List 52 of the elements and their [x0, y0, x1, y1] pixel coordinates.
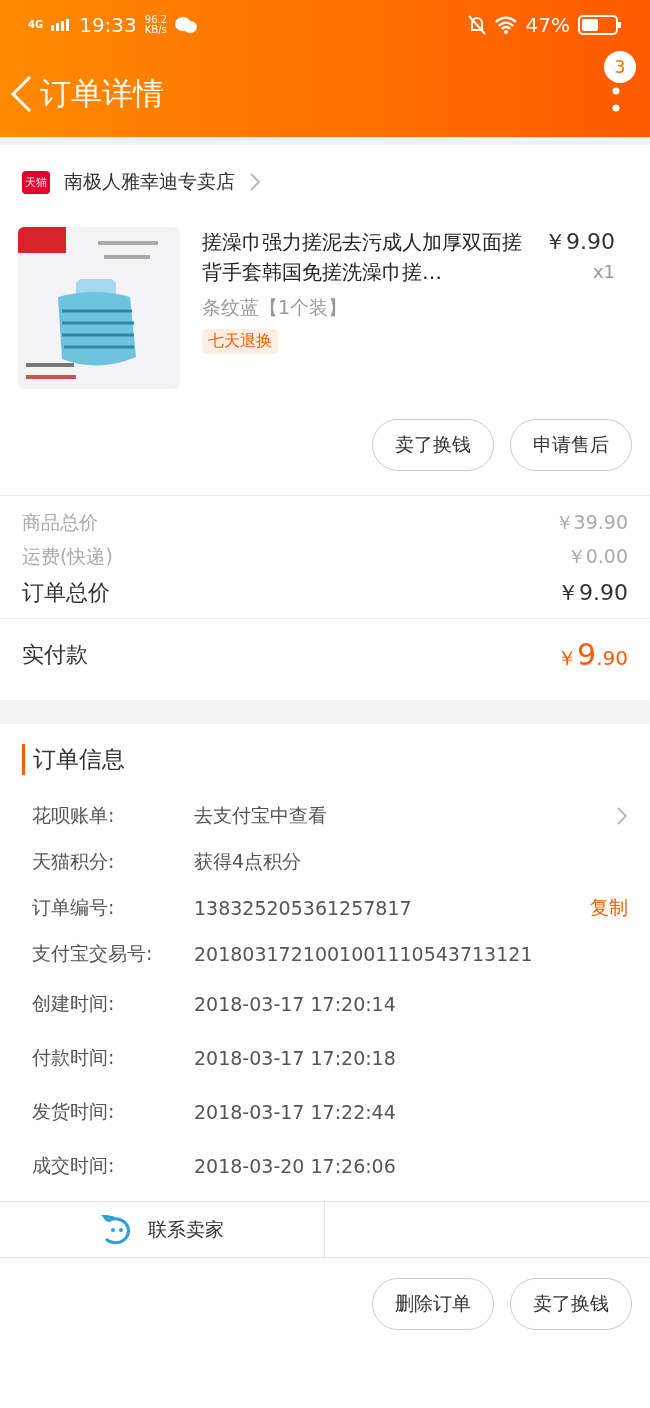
chat-icon	[175, 16, 198, 34]
chevron-right-icon	[249, 172, 261, 192]
return-policy-tag: 七天退换	[202, 329, 278, 354]
paid-amount: ￥9.90	[557, 637, 628, 672]
item-action-button[interactable]: 卖了换钱	[372, 419, 494, 471]
signal-icon	[51, 19, 72, 31]
speed-value: 96.2	[144, 15, 168, 25]
info-label: 支付宝交易号:	[32, 941, 154, 966]
info-label: 发货时间:	[32, 1099, 116, 1124]
more-icon[interactable]	[612, 86, 620, 113]
chevron-right-icon	[616, 806, 628, 826]
product-variant: 条纹蓝【1个装】	[202, 295, 349, 320]
summary-label: 运费(快递)	[22, 544, 113, 569]
network-indicator: 4G	[28, 20, 44, 30]
info-value: 2018-03-17 17:20:14	[194, 993, 397, 1015]
order-action-button[interactable]: 卖了换钱	[510, 1278, 632, 1330]
info-label: 订单编号:	[32, 895, 116, 920]
notification-badge: 3	[604, 50, 636, 83]
info-value: 2018-03-20 17:26:06	[194, 1155, 397, 1177]
info-value: 2018031721001001110543713121	[194, 943, 534, 965]
store-name[interactable]: 南极人雅幸迪专卖店	[64, 169, 235, 195]
order-action-button[interactable]: 删除订单	[372, 1278, 494, 1330]
product-title[interactable]: 搓澡巾强力搓泥去污成人加厚双面搓背手套韩国免搓洗澡巾搓…	[202, 227, 536, 287]
summary-value: ￥0.00	[566, 544, 628, 569]
battery-percent: 47%	[525, 13, 570, 37]
summary-value: ￥39.90	[554, 510, 628, 535]
info-label: 花呗账单:	[32, 803, 116, 828]
info-value: 2018-03-17 17:20:18	[194, 1047, 397, 1069]
battery-icon	[578, 15, 622, 35]
item-action-button[interactable]: 申请售后	[510, 419, 632, 471]
summary-label: 订单总价	[22, 579, 110, 607]
product-price: ￥9.90	[544, 228, 615, 256]
back-icon[interactable]	[10, 74, 32, 113]
paid-label: 实付款	[22, 640, 88, 669]
info-value: 获得4点积分	[194, 849, 303, 874]
summary-value: ￥9.90	[557, 579, 628, 607]
info-value: 138325205361257817	[194, 897, 413, 919]
product-quantity: x1	[592, 261, 615, 282]
info-label: 创建时间:	[32, 991, 116, 1016]
info-label: 天猫积分:	[32, 849, 116, 874]
wifi-icon	[493, 16, 518, 34]
speed-unit: KB/s	[144, 25, 168, 35]
muted-bell-icon	[467, 15, 486, 35]
info-label: 付款时间:	[32, 1045, 116, 1070]
info-value[interactable]: 去支付宝中查看	[194, 803, 616, 829]
clock: 19:33	[79, 13, 137, 37]
section-title: 订单信息	[22, 744, 125, 775]
info-value: 2018-03-17 17:22:44	[194, 1101, 397, 1123]
page-title: 订单详情	[40, 73, 164, 113]
summary-label: 商品总价	[22, 510, 98, 535]
info-label: 成交时间:	[32, 1153, 116, 1178]
store-badge: 天猫	[22, 170, 50, 194]
